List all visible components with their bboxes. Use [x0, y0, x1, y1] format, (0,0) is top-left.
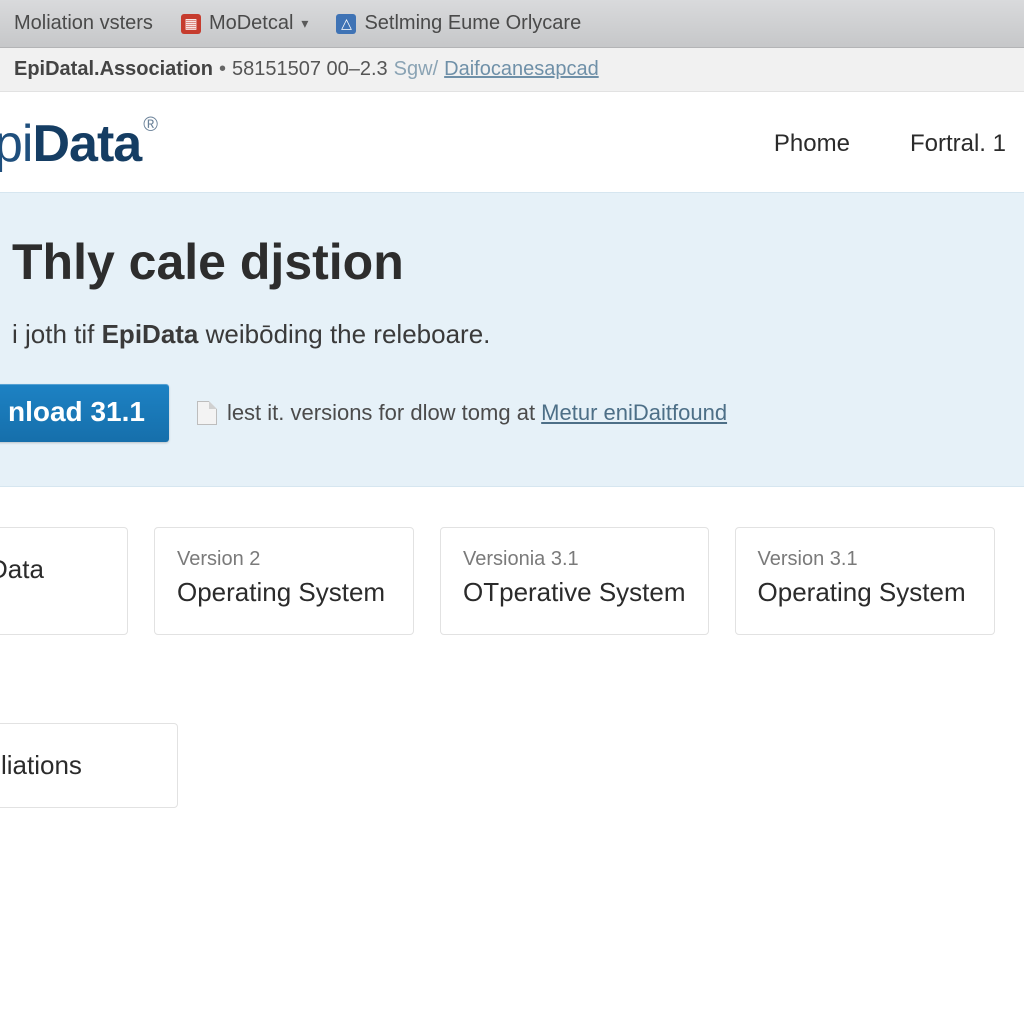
card-version-label: Versionia 3.1 — [463, 548, 686, 571]
address-path-prefix: Sgw/ — [394, 58, 438, 81]
separator-icon: • — [219, 58, 226, 81]
card-os-v2[interactable]: Version 2 Operating System — [154, 527, 414, 635]
card-os-v31b[interactable]: Version 3.1 Operating System — [735, 527, 995, 635]
warning-triangle-icon: △ — [336, 14, 356, 34]
download-button[interactable]: nload 31.1 — [0, 384, 169, 442]
bookmark-modetcal[interactable]: ▦ MoDetcal ▾ — [181, 12, 309, 35]
browser-toolbar: Moliation vsters ▦ MoDetcal ▾ △ Setlming… — [0, 0, 1024, 48]
logo-part-left: pi — [0, 115, 32, 173]
hero-section: Thly cale djstion i joth tif EpiData wei… — [0, 192, 1024, 487]
card-os-v31a[interactable]: Versionia 3.1 OTperative System — [440, 527, 709, 635]
card-title: Operating System — [177, 577, 391, 608]
bookmark-moliation[interactable]: Moliation vsters — [14, 12, 153, 35]
hero-subtitle: i joth tif EpiData weibōding the releboa… — [12, 319, 1006, 350]
hero-title: Thly cale djstion — [12, 233, 1006, 291]
address-path-link[interactable]: Daifocanesapcad — [444, 58, 599, 81]
chevron-down-icon: ▾ — [301, 15, 308, 32]
address-bar[interactable]: EpiDatal.Association • 58151507 00–2.3 S… — [0, 48, 1024, 92]
hero-sub-post: weibōding the releboare. — [198, 319, 490, 349]
address-numbers: 58151507 00–2.3 — [232, 58, 388, 81]
cards-grid: Data Version 2 Operating System Versioni… — [0, 487, 1024, 826]
version-note: lest it. versions for dlow tomg at Metur… — [197, 400, 727, 426]
registered-icon: ® — [143, 114, 157, 136]
card-title: Operating System — [758, 577, 972, 608]
logo-part-bold: Data — [32, 115, 141, 173]
card-version-label: Version 2 — [177, 548, 391, 571]
card-version-label: Version 3.1 — [758, 548, 972, 571]
version-note-text: lest it. versions for dlow tomg at — [227, 400, 541, 425]
document-icon — [197, 401, 217, 425]
card-title: OTperative System — [463, 577, 686, 608]
primary-nav: Phome Fortral. 1 — [774, 130, 1006, 158]
nav-fortral[interactable]: Fortral. 1 — [910, 130, 1006, 158]
bookmark-label: MoDetcal — [209, 12, 293, 35]
card-data[interactable]: Data — [0, 527, 128, 635]
hero-actions: nload 31.1 lest it. versions for dlow to… — [0, 384, 1006, 442]
hero-sub-pre: i joth tif — [12, 319, 102, 349]
version-note-link[interactable]: Metur eniDaitfound — [541, 400, 727, 425]
site-logo[interactable]: piData® — [0, 114, 157, 174]
bookmark-setlming[interactable]: △ Setlming Eume Orlycare — [336, 12, 581, 35]
nav-phome[interactable]: Phome — [774, 130, 850, 158]
bookmark-label: Moliation vsters — [14, 12, 153, 35]
site-header: piData® Phome Fortral. 1 — [0, 92, 1024, 192]
card-title: liations — [1, 750, 155, 781]
calendar-icon: ▦ — [181, 14, 201, 34]
site-name: EpiDatal.Association — [14, 58, 213, 81]
card-liations[interactable]: liations — [0, 723, 178, 808]
hero-sub-emph: EpiData — [102, 319, 199, 349]
bookmark-label: Setlming Eume Orlycare — [364, 12, 581, 35]
card-title: Data — [0, 554, 105, 585]
